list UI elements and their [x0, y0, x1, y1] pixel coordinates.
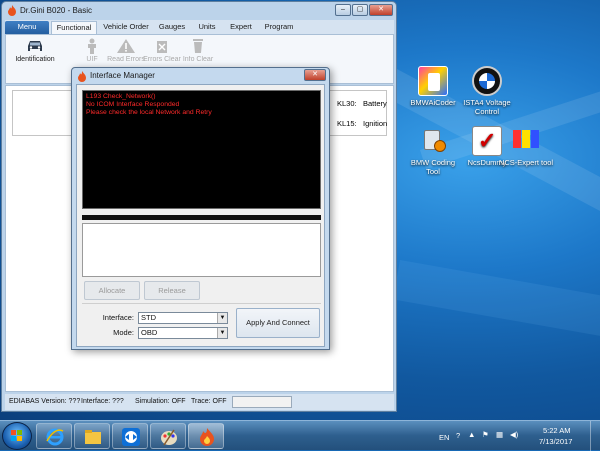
connection-group: Interface: STD ▼ Mode: OBD ▼ Apply And C… [82, 303, 321, 343]
dialog-flame-icon [78, 71, 86, 82]
dialog-close-button[interactable]: ✕ [304, 69, 326, 81]
volume-tray-icon[interactable]: ◀) [510, 430, 518, 439]
kl30-value: Battery [363, 99, 387, 108]
bmwaicoder-icon [418, 66, 448, 96]
interface-manager-dialog: Interface Manager ✕ L193 Check_Network()… [71, 67, 330, 350]
close-button[interactable]: ✕ [369, 4, 393, 16]
interface-status: Interface: ??? [81, 398, 124, 405]
title-bar: Dr.Gini B020 - Basic – ▢ ✕ [2, 2, 396, 20]
person-icon [82, 38, 102, 54]
tab-gauges[interactable]: Gauges [157, 21, 187, 34]
kl15-value: Ignition [363, 119, 388, 128]
allocate-button[interactable]: Allocate [84, 281, 140, 300]
status-bar: EDIABAS Version: ??? Interface: ??? Simu… [5, 394, 394, 410]
taskbar-paint[interactable] [150, 423, 186, 449]
chevron-down-icon: ▼ [217, 328, 227, 338]
flag-tray-icon[interactable]: ⚑ [482, 430, 489, 439]
console-line: L193 Check_Network() [86, 93, 156, 100]
network-tray-icon[interactable]: ▦ [496, 430, 503, 439]
tab-expert[interactable]: Expert [227, 21, 255, 34]
ncs-expert-icon [511, 126, 541, 156]
windows-logo-icon [11, 430, 22, 441]
tab-menu[interactable]: Menu [5, 21, 49, 34]
tab-program[interactable]: Program [261, 21, 297, 34]
dialog-title-bar: Interface Manager ✕ [72, 68, 329, 84]
arrow-up-tray-icon[interactable]: ▲ [468, 430, 475, 439]
menu-bar: Menu Functional Vehicle Order Gauges Uni… [5, 20, 394, 34]
console-line: Please check the local Network and Retry [86, 109, 212, 116]
tab-functional[interactable]: Functional [51, 21, 97, 34]
car-icon [25, 38, 45, 54]
dialog-body: L193 Check_Network() No ICOM Interface R… [76, 84, 325, 347]
desktop-icon-ista4[interactable]: ISTA4 Voltage Control [458, 66, 516, 116]
kl15-label: KL15: [337, 119, 357, 128]
clock-date[interactable]: 7/13/2017 [539, 437, 572, 446]
console-output: L193 Check_Network() No ICOM Interface R… [82, 90, 321, 209]
tab-vehicle-order[interactable]: Vehicle Order [101, 21, 151, 34]
taskbar-teamviewer[interactable] [112, 423, 148, 449]
start-button[interactable] [2, 422, 32, 450]
show-desktop-button[interactable] [590, 421, 599, 451]
chevron-down-icon: ▼ [217, 313, 227, 323]
explorer-icon [85, 430, 101, 444]
apply-and-connect-button[interactable]: Apply And Connect [236, 308, 320, 338]
interface-select[interactable]: STD ▼ [138, 312, 228, 324]
clock-time[interactable]: 5:22 AM [543, 426, 571, 435]
delete-icon [152, 38, 172, 54]
mode-select[interactable]: OBD ▼ [138, 327, 228, 339]
bmw-logo-icon [472, 66, 502, 96]
drgini-icon [200, 428, 214, 446]
taskbar-ie[interactable] [36, 423, 72, 449]
teamviewer-icon [122, 428, 140, 446]
language-indicator[interactable]: EN [439, 433, 449, 442]
trace-status: Trace: OFF [191, 398, 227, 405]
trash-icon [188, 38, 208, 54]
identification-button[interactable]: Identification [10, 38, 60, 64]
taskbar-drgini[interactable] [188, 423, 224, 449]
dialog-title: Interface Manager [90, 71, 155, 80]
release-button[interactable]: Release [144, 281, 200, 300]
desktop-icon-bmwaicoder[interactable]: BMWAiCoder [404, 66, 462, 107]
tab-units[interactable]: Units [195, 21, 219, 34]
warning-icon [116, 38, 136, 54]
ie-icon [46, 428, 64, 446]
console-line: No ICOM Interface Responded [86, 101, 180, 108]
ediabas-version: EDIABAS Version: ??? [9, 398, 81, 405]
bmw-coding-tool-icon [418, 126, 448, 156]
window-title: Dr.Gini B020 - Basic [20, 6, 93, 15]
paint-icon [161, 429, 177, 446]
mode-label: Mode: [113, 328, 134, 337]
kl30-label: KL30: [337, 99, 357, 108]
progress-bar [82, 215, 321, 220]
maximize-button[interactable]: ▢ [352, 4, 368, 16]
help-tray-icon[interactable]: ? [456, 431, 460, 440]
interface-list[interactable] [82, 223, 321, 277]
taskbar: EN ? ▲ ⚑ ▦ ◀) 5:22 AM 7/13/2017 [0, 420, 600, 451]
interface-label: Interface: [102, 313, 134, 322]
app-flame-icon [8, 5, 16, 16]
desktop-icon-ncs-expert[interactable]: NCS-Expert tool [497, 126, 555, 167]
taskbar-explorer[interactable] [74, 423, 110, 449]
minimize-button[interactable]: – [335, 4, 351, 16]
info-clear-button[interactable]: Info Clear [174, 38, 222, 64]
simulation-status: Simulation: OFF [135, 398, 186, 405]
status-field [232, 396, 292, 408]
desktop-icon-bmw-coding-tool[interactable]: BMW Coding Tool [404, 126, 462, 176]
